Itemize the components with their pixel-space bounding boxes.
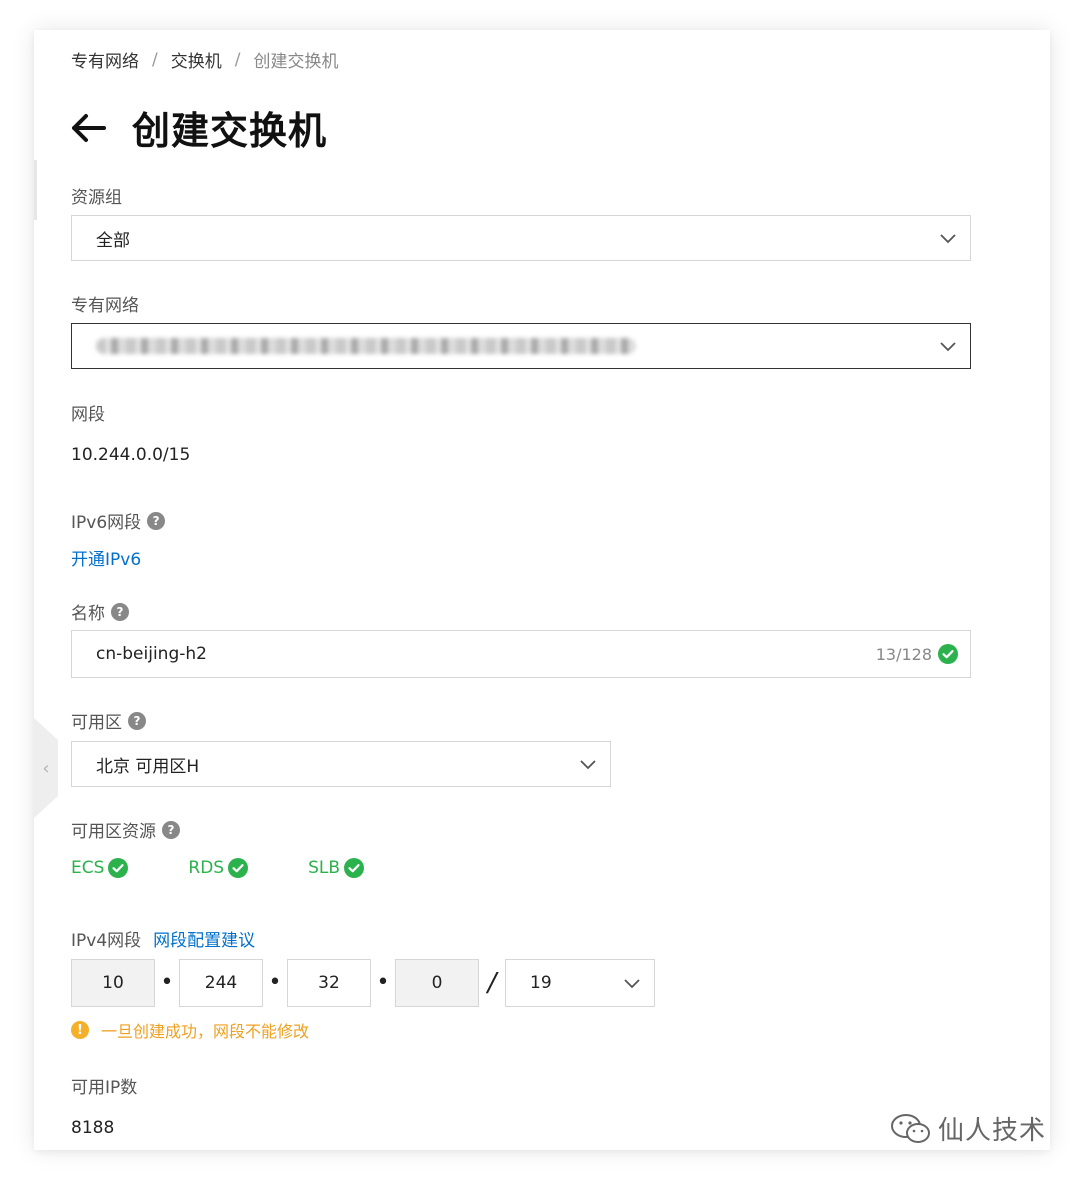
check-circle-icon — [344, 858, 365, 878]
vpc-value-redacted — [96, 338, 636, 354]
resource-ecs: ECS — [71, 858, 129, 878]
resource-group-label-text: 资源组 — [71, 188, 122, 208]
console-panel: ‹ 专有网络 / 交换机 / 创建交换机 创建交换机 资源组 全部 专有网络 网… — [34, 30, 1050, 1150]
resource-group-select[interactable]: 全部 — [71, 215, 971, 261]
zone-resources-label: 可用区资源 ? — [71, 817, 180, 842]
octet-separator: • — [376, 970, 390, 995]
ipv4-mask-select[interactable]: 19 — [505, 959, 655, 1007]
zone-select[interactable]: 北京 可用区H — [71, 741, 611, 787]
ipv4-octet-1: 10 — [71, 959, 155, 1007]
warning-icon: ! — [71, 1021, 89, 1039]
chevron-down-icon — [580, 760, 596, 770]
octet-separator: • — [268, 970, 282, 995]
breadcrumb-vswitch[interactable]: 交换机 — [171, 47, 222, 72]
breadcrumb-vpc[interactable]: 专有网络 — [71, 47, 139, 72]
back-arrow-icon[interactable] — [68, 108, 108, 148]
resource-rds-label: RDS — [188, 858, 225, 878]
sidebar-collapse-handle[interactable]: ‹ — [34, 718, 58, 818]
check-circle-icon — [108, 858, 129, 878]
segment-label: 网段 — [71, 400, 105, 425]
vpc-label: 专有网络 — [71, 291, 139, 316]
name-input[interactable]: cn-beijing-h2 13/128 — [71, 630, 971, 678]
ipv4-octet-4: 0 — [395, 959, 479, 1007]
octet-separator: • — [160, 970, 174, 995]
ipv4-mask-value: 19 — [530, 973, 552, 993]
chevron-down-icon — [940, 234, 956, 244]
resource-rds: RDS — [188, 858, 249, 878]
ipv4-label: IPv4网段 网段配置建议 — [71, 926, 255, 951]
name-input-value: cn-beijing-h2 — [96, 644, 207, 664]
segment-label-text: 网段 — [71, 405, 105, 425]
zone-resources-label-text: 可用区资源 — [71, 822, 156, 842]
chevron-down-icon — [940, 342, 956, 352]
available-ips-label-text: 可用IP数 — [71, 1078, 138, 1098]
ipv4-label-text: IPv4网段 — [71, 931, 142, 951]
side-nav-edge — [34, 160, 37, 220]
help-icon[interactable]: ? — [111, 602, 129, 621]
ipv4-cidr-input: 10 • 244 • 32 • 0 / 19 — [71, 959, 655, 1007]
zone-label-text: 可用区 — [71, 713, 122, 733]
wechat-icon — [890, 1113, 930, 1143]
ipv6-label-text: IPv6网段 — [71, 513, 142, 533]
resource-ecs-label: ECS — [71, 858, 105, 878]
cidr-warning-text: 一旦创建成功，网段不能修改 — [101, 1022, 310, 1041]
mask-separator: / — [487, 968, 497, 998]
cidr-advice-link[interactable]: 网段配置建议 — [153, 926, 255, 951]
help-icon[interactable]: ? — [162, 820, 180, 839]
zone-resources-list: ECS RDS SLB — [71, 858, 424, 878]
name-char-counter: 13/128 — [875, 645, 932, 664]
vpc-select[interactable] — [71, 323, 971, 369]
cidr-warning: ! 一旦创建成功，网段不能修改 — [71, 1018, 309, 1042]
watermark: 仙人技术 — [890, 1110, 1046, 1147]
segment-value: 10.244.0.0/15 — [71, 445, 191, 465]
ipv4-octet-3[interactable]: 32 — [287, 959, 371, 1007]
check-circle-icon — [938, 644, 958, 664]
chevron-left-icon: ‹ — [42, 757, 50, 779]
check-circle-icon — [228, 858, 249, 878]
resource-slb: SLB — [308, 858, 365, 878]
chevron-down-icon — [624, 979, 640, 989]
ipv4-octet-2[interactable]: 244 — [179, 959, 263, 1007]
breadcrumb: 专有网络 / 交换机 / 创建交换机 — [71, 47, 339, 73]
breadcrumb-separator: / — [152, 49, 158, 70]
name-label: 名称 ? — [71, 599, 129, 624]
zone-value: 北京 可用区H — [96, 756, 200, 777]
page-title: 创建交换机 — [132, 109, 328, 153]
enable-ipv6-link[interactable]: 开通IPv6 — [71, 545, 141, 570]
breadcrumb-separator: / — [234, 49, 241, 70]
vpc-label-text: 专有网络 — [71, 296, 139, 316]
resource-slb-label: SLB — [308, 858, 341, 878]
ipv6-label: IPv6网段 ? — [71, 508, 166, 533]
watermark-text: 仙人技术 — [937, 1116, 1046, 1146]
resource-group-label: 资源组 — [71, 183, 122, 208]
breadcrumb-current: 创建交换机 — [253, 52, 339, 72]
help-icon[interactable]: ? — [147, 511, 166, 530]
help-icon[interactable]: ? — [128, 711, 146, 730]
available-ips-value: 8188 — [71, 1118, 115, 1138]
page-header: 创建交换机 — [68, 100, 327, 155]
zone-label: 可用区 ? — [71, 708, 146, 733]
name-label-text: 名称 — [71, 604, 105, 624]
available-ips-label: 可用IP数 — [71, 1073, 137, 1098]
resource-group-value: 全部 — [96, 230, 130, 251]
